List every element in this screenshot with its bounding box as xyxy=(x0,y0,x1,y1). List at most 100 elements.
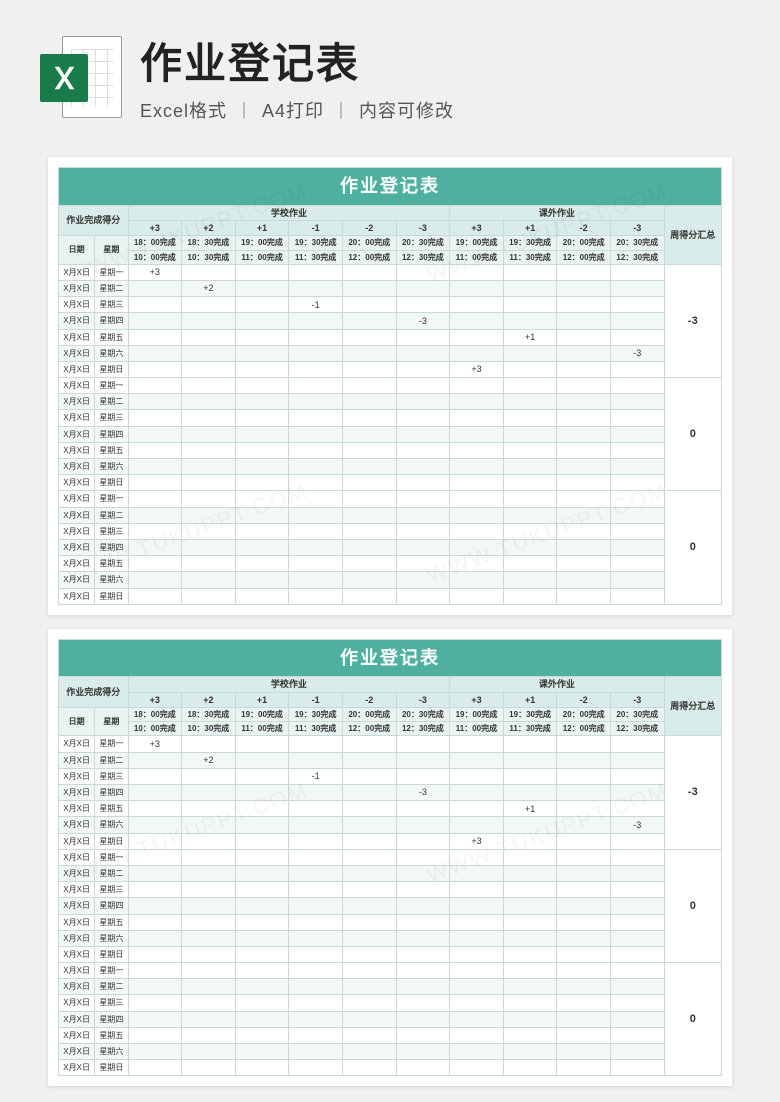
score-cell xyxy=(182,1027,236,1043)
score-cell xyxy=(342,426,396,442)
score-cell xyxy=(342,378,396,394)
score-cell xyxy=(610,280,664,296)
weekday-cell: 星期一 xyxy=(95,264,128,280)
score-cell xyxy=(128,556,182,572)
score-cell xyxy=(128,1060,182,1076)
page-title: 作业登记表 xyxy=(140,30,740,91)
score-cell xyxy=(235,817,289,833)
score-cell xyxy=(610,752,664,768)
score-cell xyxy=(503,736,557,752)
score-cell xyxy=(289,930,343,946)
score-cell xyxy=(182,442,236,458)
score-cell xyxy=(503,995,557,1011)
score-cell xyxy=(557,963,611,979)
week-total-cell: 0 xyxy=(664,378,721,491)
score-cell xyxy=(182,361,236,377)
score-cell xyxy=(610,1060,664,1076)
score-cell xyxy=(396,736,450,752)
score-cell xyxy=(610,1044,664,1060)
score-cell xyxy=(182,410,236,426)
score-cell xyxy=(182,833,236,849)
score-cell xyxy=(450,523,504,539)
table-row: X月X日星期三 xyxy=(59,523,722,539)
score-cell xyxy=(235,930,289,946)
score-header: +2 xyxy=(182,692,236,707)
score-cell xyxy=(182,1044,236,1060)
weekday-cell: 星期五 xyxy=(95,329,128,345)
time-header: 19：00完成 xyxy=(450,236,504,250)
score-header: -3 xyxy=(396,692,450,707)
score-cell xyxy=(235,329,289,345)
score-cell xyxy=(610,963,664,979)
score-header: -1 xyxy=(289,221,343,236)
table-row: X月X日星期四 xyxy=(59,898,722,914)
score-cell xyxy=(235,297,289,313)
table-row: X月X日星期二 xyxy=(59,979,722,995)
score-cell xyxy=(610,768,664,784)
score-cell xyxy=(557,946,611,962)
score-cell xyxy=(342,963,396,979)
score-cell xyxy=(450,507,504,523)
score-cell xyxy=(450,1060,504,1076)
score-cell xyxy=(235,361,289,377)
sheet-preview-2: 作业登记表作业完成得分学校作业课外作业周得分汇总+3+2+1-1-2-3+3+1… xyxy=(48,629,732,1087)
score-cell xyxy=(128,930,182,946)
score-cell xyxy=(450,442,504,458)
score-cell xyxy=(289,280,343,296)
weekday-cell: 星期六 xyxy=(95,572,128,588)
score-cell xyxy=(396,979,450,995)
score-cell xyxy=(450,426,504,442)
score-cell xyxy=(557,801,611,817)
score-cell xyxy=(557,394,611,410)
time-header: 11：30完成 xyxy=(289,722,343,736)
score-cell xyxy=(289,329,343,345)
date-cell: X月X日 xyxy=(59,442,95,458)
score-cell xyxy=(182,588,236,604)
score-cell xyxy=(182,995,236,1011)
score-cell xyxy=(610,849,664,865)
score-cell: -3 xyxy=(610,817,664,833)
score-cell xyxy=(610,410,664,426)
score-cell xyxy=(557,426,611,442)
date-cell: X月X日 xyxy=(59,817,95,833)
score-cell xyxy=(557,882,611,898)
score-cell xyxy=(396,882,450,898)
score-cell xyxy=(182,1060,236,1076)
score-cell xyxy=(610,736,664,752)
score-cell xyxy=(289,345,343,361)
score-cell xyxy=(128,426,182,442)
score-cell xyxy=(235,882,289,898)
weekday-cell: 星期日 xyxy=(95,946,128,962)
weekday-cell: 星期五 xyxy=(95,914,128,930)
score-cell xyxy=(182,345,236,361)
table-row: X月X日星期日 xyxy=(59,946,722,962)
score-cell: +3 xyxy=(450,833,504,849)
score-cell xyxy=(396,752,450,768)
sheet-title: 作业登记表 xyxy=(59,168,722,206)
time-header: 19：30完成 xyxy=(503,708,557,722)
score-cell xyxy=(396,963,450,979)
score-cell xyxy=(235,264,289,280)
date-cell: X月X日 xyxy=(59,475,95,491)
score-cell xyxy=(450,752,504,768)
score-cell xyxy=(396,442,450,458)
score-cell xyxy=(182,865,236,881)
table-row: X月X日星期三-1 xyxy=(59,297,722,313)
score-cell xyxy=(610,914,664,930)
score-cell xyxy=(557,1060,611,1076)
weekday-cell: 星期四 xyxy=(95,313,128,329)
time-header: 11：30完成 xyxy=(289,250,343,264)
score-cell xyxy=(503,833,557,849)
score-cell xyxy=(289,1060,343,1076)
date-cell: X月X日 xyxy=(59,426,95,442)
table-row: X月X日星期五 xyxy=(59,914,722,930)
score-cell xyxy=(503,785,557,801)
score-cell xyxy=(235,459,289,475)
weekday-cell: 星期日 xyxy=(95,833,128,849)
score-cell xyxy=(610,1027,664,1043)
score-cell xyxy=(450,345,504,361)
score-cell xyxy=(503,556,557,572)
score-cell xyxy=(450,378,504,394)
weekday-cell: 星期三 xyxy=(95,882,128,898)
score-cell xyxy=(235,313,289,329)
